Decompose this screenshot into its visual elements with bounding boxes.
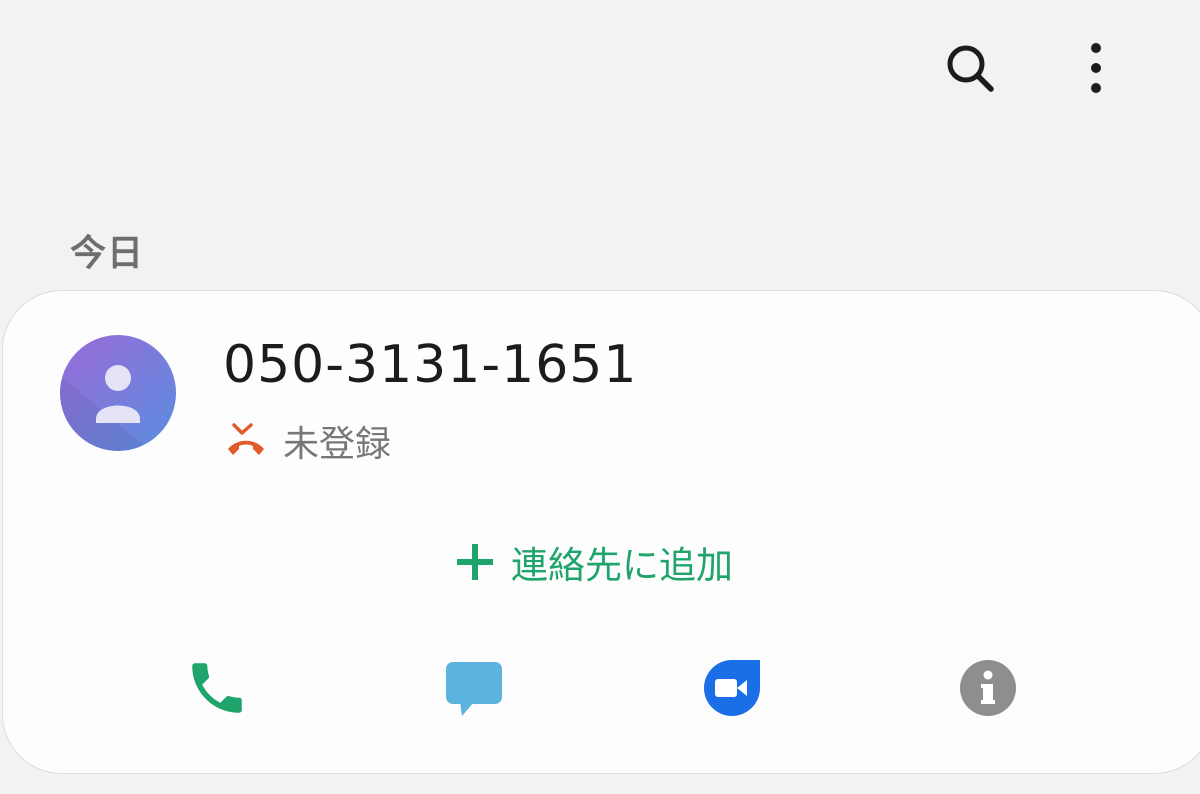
phone-icon (192, 663, 242, 713)
message-icon (446, 662, 502, 716)
video-call-button[interactable] (695, 651, 769, 725)
caller-number: 050-3131-1651 (223, 335, 638, 395)
more-options-button[interactable] (1064, 36, 1128, 100)
more-vertical-icon (1091, 43, 1101, 93)
call-status-label: 未登録 (283, 424, 392, 465)
call-log-screen: 今日 050-3131-1651 未登録 連絡先に追加 (0, 0, 1200, 794)
add-to-contacts-label: 連絡先に追加 (511, 544, 733, 587)
person-icon (60, 335, 176, 451)
message-button[interactable] (437, 651, 511, 725)
call-info-row: 未登録 (225, 415, 391, 467)
search-button[interactable] (938, 36, 1002, 100)
top-action-bar (938, 36, 1128, 100)
search-icon (947, 45, 994, 92)
action-row (3, 651, 1200, 725)
call-button[interactable] (180, 651, 254, 725)
info-icon (960, 660, 1016, 716)
avatar[interactable] (60, 335, 176, 451)
call-log-card[interactable]: 050-3131-1651 未登録 連絡先に追加 (2, 290, 1200, 774)
add-to-contacts-button[interactable]: 連絡先に追加 (453, 535, 733, 589)
info-button[interactable] (951, 651, 1025, 725)
section-header-today: 今日 (70, 233, 145, 274)
video-call-icon (704, 660, 760, 716)
missed-call-icon (228, 423, 264, 455)
plus-icon (457, 544, 493, 580)
